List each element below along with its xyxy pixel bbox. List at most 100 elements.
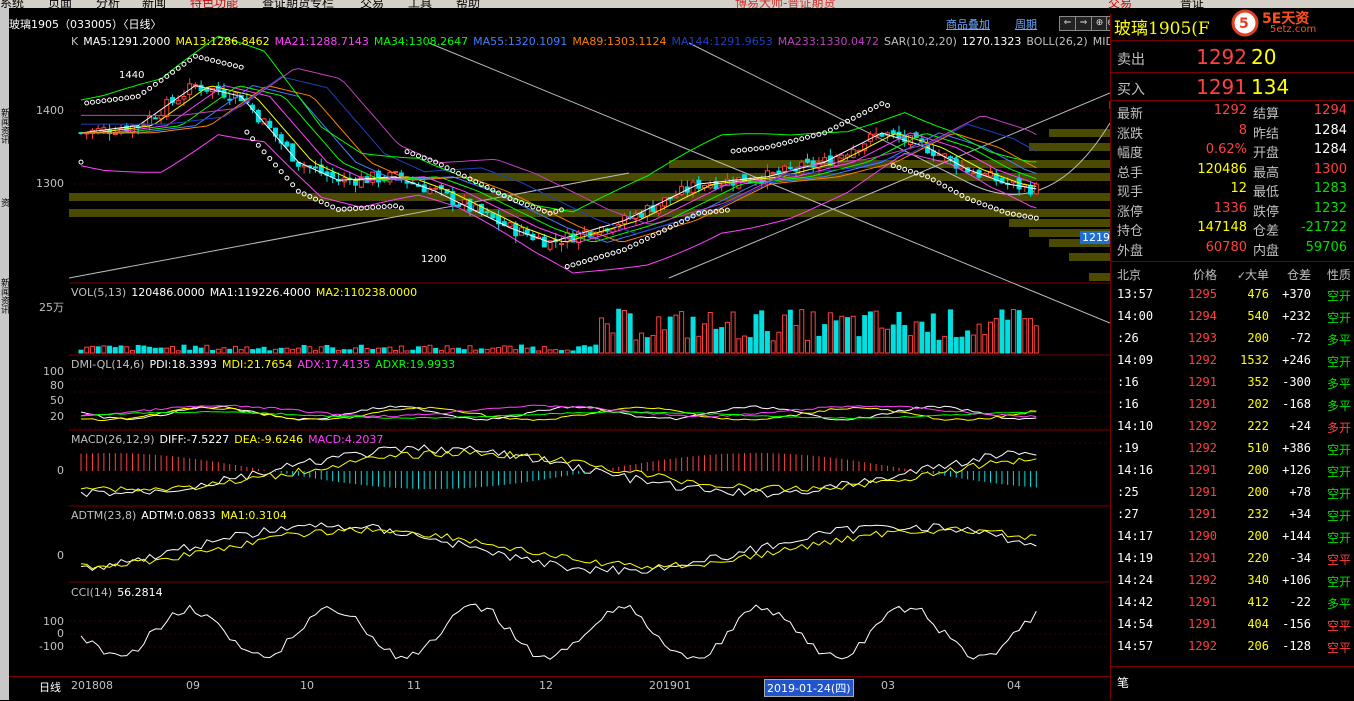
sar-dot [879, 101, 885, 107]
menu-broker-btn[interactable]: 普证 [1180, 0, 1204, 8]
sar-dot [593, 255, 599, 261]
kline-chart[interactable]: 1440 1200 [69, 33, 1110, 676]
tick-row[interactable]: :27 1291 232 +34 空开 [1111, 504, 1354, 526]
volume-bar [135, 344, 141, 354]
sar-dot [799, 136, 805, 142]
tick-oi-change: +232 [1282, 309, 1311, 323]
menu-page[interactable]: 页面 [48, 0, 72, 8]
tick-row[interactable]: :26 1293 200 -72 多平 [1111, 328, 1354, 350]
tick-row[interactable]: 14:42 1291 412 -22 多平 [1111, 592, 1354, 614]
tick-row[interactable]: :16 1291 352 -300 多平 [1111, 372, 1354, 394]
buy-row[interactable]: 买入 1291 134 [1111, 74, 1354, 100]
price-tag: 1219 [1080, 231, 1112, 244]
tick-row[interactable]: 13:57 1295 476 +370 空开 [1111, 284, 1354, 306]
menu-help[interactable]: 帮助 [456, 0, 480, 8]
sell-row[interactable]: 卖出 1292 20 [1111, 44, 1354, 70]
quote-value: 147148 [1197, 220, 1247, 235]
quote-row: 涨停 1336 跌停 1232 [1111, 201, 1354, 221]
left-tab-news2[interactable]: 新闻资讯 [0, 278, 9, 314]
menu-news[interactable]: 新闻 [142, 0, 166, 8]
volume-bar [936, 339, 942, 354]
tick-nature: 空平 [1326, 619, 1351, 633]
tick-nature: 空开 [1326, 575, 1351, 589]
tick-price: 1290 [1188, 529, 1217, 543]
tick-oi-change: -22 [1289, 595, 1311, 609]
adtm-legend-item: ADTM:0.0833 [141, 509, 216, 522]
tick-row[interactable]: 14:54 1291 404 -156 空平 [1111, 614, 1354, 636]
tick-row[interactable]: 14:19 1291 220 -34 空平 [1111, 548, 1354, 570]
volume-bar [856, 336, 862, 354]
menu-trade-btn[interactable]: 交易 [1108, 0, 1132, 8]
volume-bar [696, 335, 702, 354]
volume-zone [1029, 143, 1110, 151]
scroll-left-button[interactable]: ⇐ [1059, 16, 1076, 31]
sar-dot [976, 200, 982, 206]
tick-volume: 540 [1247, 309, 1269, 323]
tick-row[interactable]: 14:17 1290 200 +144 空开 [1111, 526, 1354, 548]
tick-time: :25 [1117, 485, 1139, 499]
tick-volume: 1532 [1240, 353, 1269, 367]
vol-legend: VOL(5,13) 120486.0000 MA1:119226.4000 MA2:1… [71, 286, 422, 299]
sar-dot [581, 258, 587, 264]
volume-bar [78, 349, 84, 354]
main-legend-item: MA233:1330.0472 [777, 35, 879, 48]
footer-tab[interactable]: 笔 [1117, 674, 1129, 691]
volume-bar [656, 316, 662, 354]
menu-features[interactable]: 特色功能 [190, 0, 238, 8]
quote-value: 1284 [1313, 142, 1347, 157]
sar-dot [564, 264, 570, 270]
left-tab-news[interactable]: 新闻资讯 [0, 108, 9, 144]
quote-row: 总手 120486 最高 1300 [1111, 162, 1354, 182]
volume-bar [341, 349, 347, 354]
period-link[interactable]: 周期 [1015, 16, 1037, 32]
candle-body [541, 236, 547, 248]
sar-dot [599, 253, 605, 259]
overlay-link[interactable]: 商品叠加 [946, 16, 990, 32]
scroll-right-button[interactable]: ⇒ [1075, 16, 1092, 31]
volume-bar [661, 329, 667, 354]
tick-row[interactable]: 14:00 1294 540 +232 空开 [1111, 306, 1354, 328]
menu-system[interactable]: 系统 [0, 0, 24, 8]
volume-bar [124, 346, 130, 354]
volume-bar [559, 350, 564, 354]
sar-dot [112, 96, 118, 102]
menu-trade[interactable]: 交易 [360, 0, 384, 8]
main-ylabel-1300: 1300 [36, 177, 64, 190]
menu-analysis[interactable]: 分析 [96, 0, 120, 8]
volume-bar [747, 337, 753, 354]
tick-oi-change: +126 [1282, 463, 1311, 477]
diff-line [80, 444, 1037, 498]
candle-body [404, 181, 410, 184]
svg-text:5: 5 [1239, 16, 1249, 32]
tick-row[interactable]: 14:24 1292 340 +106 空开 [1111, 570, 1354, 592]
tick-row[interactable]: 14:10 1292 222 +24 多开 [1111, 416, 1354, 438]
sar-dot [255, 142, 261, 148]
volume-bar [175, 350, 181, 354]
volume-bar [198, 347, 204, 354]
tick-time: 14:09 [1117, 353, 1154, 367]
sar-dot [610, 250, 616, 256]
tick-row[interactable]: :16 1291 202 -168 多平 [1111, 394, 1354, 416]
tick-row[interactable]: :19 1292 510 +386 空开 [1111, 438, 1354, 460]
tick-time: 14:00 [1117, 309, 1154, 323]
tick-time: 14:10 [1117, 419, 1154, 433]
left-tab-info[interactable]: 资 [0, 198, 9, 207]
tick-row[interactable]: 14:09 1292 1532 +246 空开 [1111, 350, 1354, 372]
volume-bar [95, 346, 101, 354]
quote-row: 持仓 147148 仓差 -21722 [1111, 220, 1354, 240]
volume-bar [478, 348, 484, 354]
tick-row[interactable]: 14:16 1291 200 +126 空开 [1111, 460, 1354, 482]
tick-nature: 空开 [1326, 311, 1351, 325]
volume-bar [816, 335, 822, 354]
menu-tools[interactable]: 工具 [408, 0, 432, 8]
tick-row[interactable]: 14:57 1292 206 -128 空平 [1111, 636, 1354, 658]
period-label[interactable]: 日线 [39, 679, 61, 695]
volume-bar [679, 311, 685, 354]
tick-header-volume: ✓大单 [1237, 268, 1269, 282]
tick-row[interactable]: :25 1291 200 +78 空开 [1111, 482, 1354, 504]
quote-value: 1284 [1313, 122, 1347, 138]
candle-body [970, 172, 976, 175]
menu-column[interactable]: 查证期货专栏 [262, 0, 334, 8]
quote-row: 最新 1292 结算 1294 [1111, 103, 1354, 123]
volume-bar [839, 315, 845, 354]
